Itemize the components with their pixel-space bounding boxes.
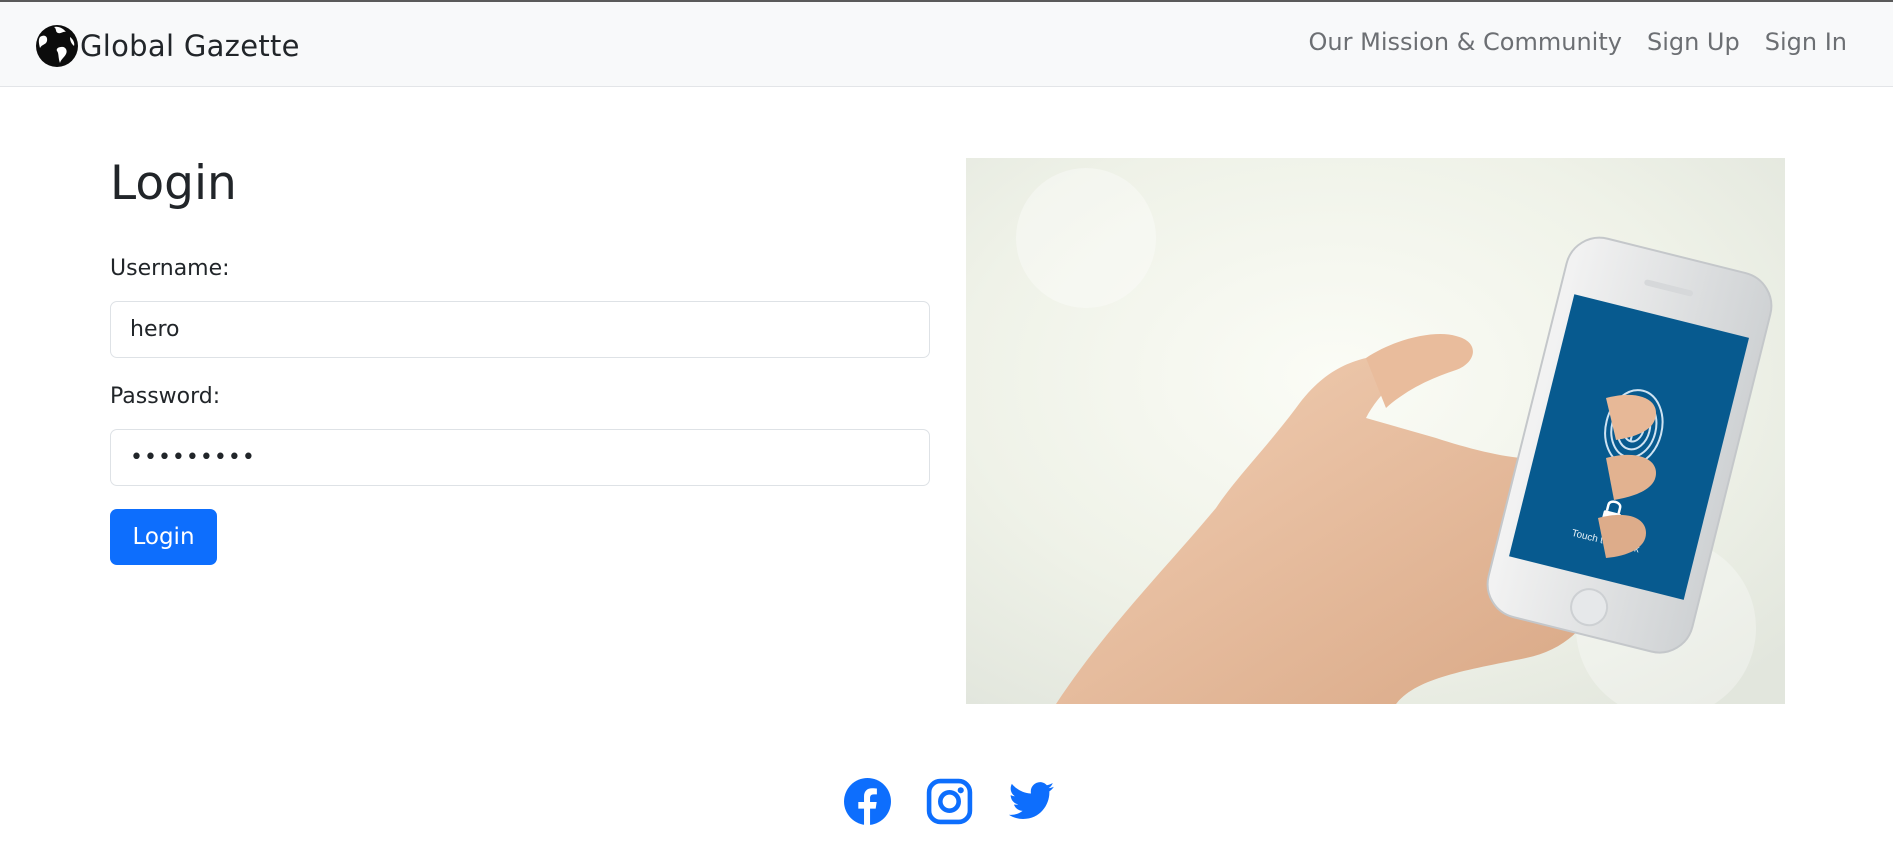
nav-link-sign-up[interactable]: Sign Up: [1647, 28, 1740, 56]
login-button[interactable]: Login: [110, 509, 217, 565]
instagram-link[interactable]: [925, 777, 974, 826]
password-input[interactable]: [110, 429, 930, 486]
facebook-link[interactable]: [843, 777, 892, 826]
social-links: [843, 777, 1056, 826]
nav-link-our-mission[interactable]: Our Mission & Community: [1309, 28, 1622, 56]
nav-link-sign-in[interactable]: Sign In: [1765, 28, 1847, 56]
twitter-link[interactable]: [1007, 777, 1056, 826]
login-form: Login Username: Password: Login: [110, 156, 930, 565]
instagram-icon: [926, 778, 973, 825]
password-label: Password:: [110, 384, 221, 409]
page-title: Login: [110, 156, 237, 211]
twitter-icon: [1008, 782, 1054, 819]
brand-name: Global Gazette: [80, 29, 300, 63]
username-input[interactable]: [110, 301, 930, 358]
nav-links: Our Mission & Community Sign Up Sign In: [1309, 28, 1847, 56]
username-label: Username:: [110, 256, 230, 281]
top-navbar: Global Gazette Our Mission & Community S…: [0, 0, 1893, 87]
globe-icon: [36, 25, 78, 67]
brand-link[interactable]: Global Gazette: [34, 22, 300, 70]
facebook-icon: [844, 778, 891, 826]
hero-image: Touch to unlock: [966, 158, 1785, 704]
